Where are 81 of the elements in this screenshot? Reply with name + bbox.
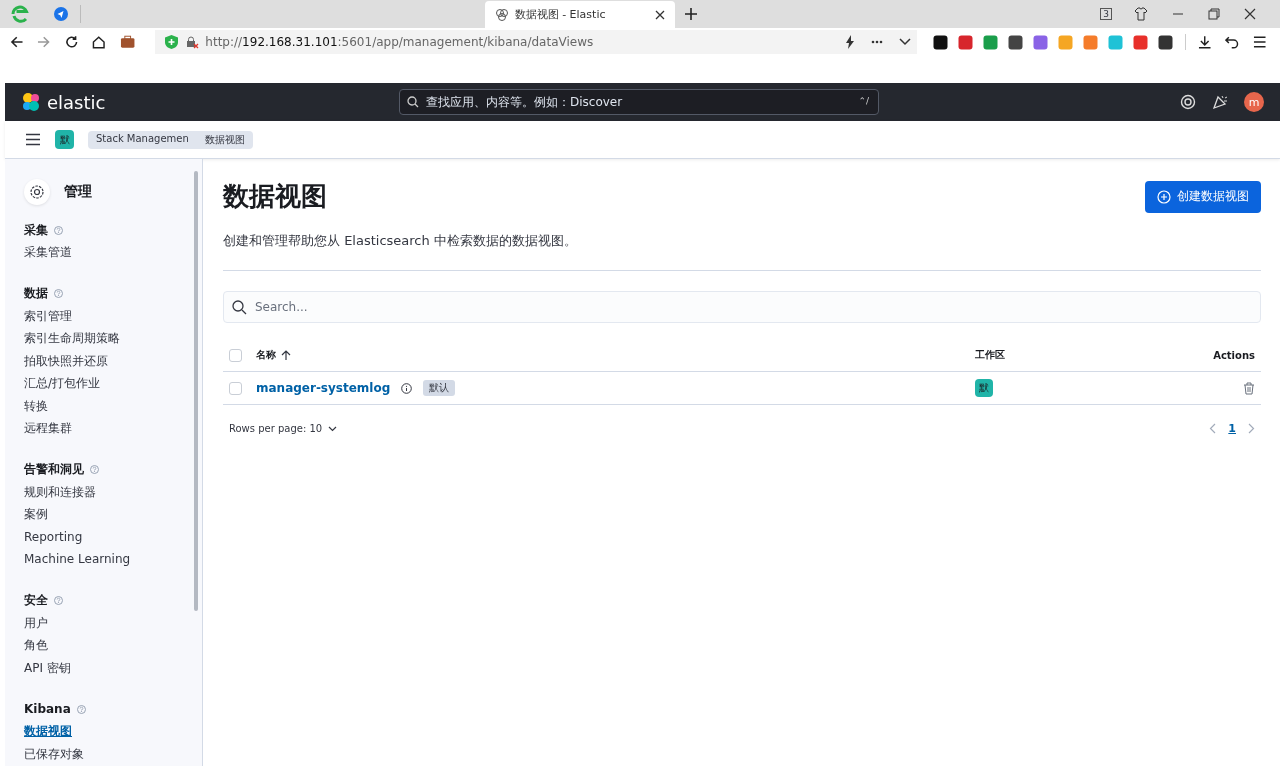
briefcase-icon[interactable] xyxy=(119,35,136,49)
column-header: Actions xyxy=(1212,349,1256,361)
section-heading: 安全 xyxy=(24,592,48,609)
lightning-icon[interactable] xyxy=(844,35,855,49)
breadcrumb[interactable]: 数据视图 xyxy=(196,130,253,149)
sidebar-item[interactable]: 角色 xyxy=(24,634,48,657)
page-title: 数据视图 xyxy=(223,180,327,213)
column-header: 工作区 xyxy=(975,348,1006,362)
menu-icon[interactable] xyxy=(1252,36,1266,48)
section-heading: 采集 xyxy=(24,221,48,239)
info-icon[interactable] xyxy=(401,382,413,394)
browser-tab[interactable]: 数据视图 - Elastic xyxy=(484,1,675,28)
close-icon[interactable] xyxy=(1244,8,1256,20)
select-all-checkbox[interactable] xyxy=(229,348,242,362)
shortcut-hint: ⌃/ xyxy=(858,96,869,106)
chevron-down-icon[interactable] xyxy=(898,38,911,46)
sidebar-item[interactable]: 转换 xyxy=(24,394,48,417)
section-heading: Kibana xyxy=(24,702,71,716)
sort-up-icon[interactable] xyxy=(281,349,291,361)
sidebar-item[interactable]: 案例 xyxy=(24,503,48,526)
menu-icon[interactable] xyxy=(25,133,41,146)
send-icon[interactable] xyxy=(54,7,68,21)
row-checkbox[interactable] xyxy=(229,381,242,395)
sidebar-item[interactable]: Machine Learning xyxy=(24,548,131,571)
home-icon[interactable] xyxy=(92,35,106,49)
forward-icon[interactable] xyxy=(37,35,51,49)
sidebar-item[interactable]: 索引管理 xyxy=(24,304,72,327)
page-number[interactable]: 1 xyxy=(1228,422,1236,435)
undo-icon[interactable] xyxy=(1225,35,1239,49)
section-heading: 告警和洞见 xyxy=(24,461,84,478)
sidebar-item[interactable]: API 密钥 xyxy=(24,656,71,679)
back-icon[interactable] xyxy=(10,35,24,49)
url-text: http://192.168.31.101:5601/app/management/kibana/dataViews xyxy=(205,35,594,49)
sidebar-item[interactable]: 数据视图 xyxy=(24,720,72,743)
search-icon xyxy=(407,96,419,108)
section-heading: 数据 xyxy=(24,285,48,302)
sidebar-item[interactable]: 拍取快照并还原 xyxy=(24,349,108,372)
sidebar-item[interactable]: 规则和连接器 xyxy=(24,480,96,503)
extension-icon[interactable] xyxy=(932,34,948,50)
sidebar-item[interactable]: 索引生命周期策略 xyxy=(24,327,120,350)
plus-circle-icon xyxy=(1157,189,1171,204)
breadcrumb[interactable]: Stack Managemen xyxy=(88,130,197,149)
sidebar-item[interactable]: 采集管道 xyxy=(24,241,72,264)
elastic-logo-icon xyxy=(21,92,41,112)
column-header[interactable]: 名称 xyxy=(256,348,276,362)
page-description: 创建和管理帮助您从 Elasticsearch 中检索数据的数据视图。 xyxy=(223,232,578,250)
download-icon[interactable] xyxy=(1197,35,1212,49)
insecure-lock-icon xyxy=(186,35,200,49)
scrollbar[interactable] xyxy=(194,171,198,611)
default-badge: 默认 xyxy=(423,380,456,396)
reload-icon[interactable] xyxy=(64,35,79,49)
extension-icon[interactable] xyxy=(1007,34,1023,50)
search-icon xyxy=(232,300,247,315)
data-view-link[interactable]: manager-systemlog xyxy=(256,381,391,395)
tab-count[interactable]: 3 xyxy=(1100,8,1112,20)
rows-per-page-button[interactable]: Rows per page: 10 xyxy=(223,419,344,438)
sidebar-title: 管理 xyxy=(64,183,92,201)
search-field[interactable]: Search... xyxy=(223,291,1261,323)
trash-icon[interactable] xyxy=(1243,381,1255,395)
settings-icon xyxy=(24,179,50,205)
sidebar-item[interactable]: 远程集群 xyxy=(24,417,72,440)
new-tab-icon[interactable] xyxy=(684,8,697,20)
chevron-down-icon xyxy=(328,425,338,432)
sidebar-item[interactable]: 用户 xyxy=(24,611,48,634)
party-icon[interactable] xyxy=(1212,94,1228,110)
create-data-view-button[interactable]: 创建数据视图 xyxy=(1145,180,1261,213)
space-avatar[interactable]: 默 xyxy=(55,130,74,149)
shield-icon xyxy=(165,35,179,49)
globe-icon xyxy=(494,7,509,22)
sidebar-item[interactable]: Reporting xyxy=(24,525,83,548)
browser-logo-icon xyxy=(10,4,30,24)
shirt-icon[interactable] xyxy=(1134,7,1148,21)
elastic-logo-text[interactable]: elastic xyxy=(47,91,106,113)
restore-icon[interactable] xyxy=(1208,8,1220,20)
space-avatar: 默 xyxy=(975,379,993,397)
extension-icon[interactable] xyxy=(1157,34,1173,50)
close-icon[interactable] xyxy=(654,9,665,20)
more-icon[interactable] xyxy=(870,40,883,44)
address-bar[interactable]: http://192.168.31.101:5601/app/management/kibana/dataViews xyxy=(155,30,917,54)
sidebar-item[interactable]: 汇总/打包作业 xyxy=(24,372,101,395)
sidebar-item[interactable]: 已保存对象 xyxy=(24,742,84,765)
